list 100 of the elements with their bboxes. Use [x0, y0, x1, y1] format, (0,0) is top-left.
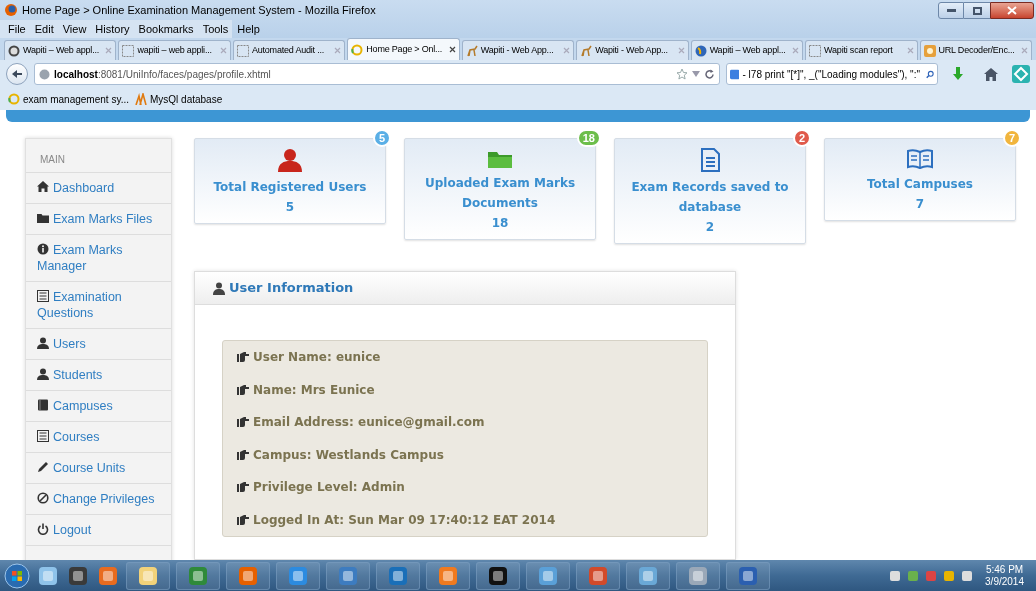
close-icon — [1007, 6, 1017, 15]
browser-tab[interactable]: Wapiti - Web App... — [576, 40, 689, 60]
page-icon — [809, 44, 822, 57]
card-value: 2 — [705, 219, 715, 236]
info-line: Name: Mrs Eunice — [253, 381, 375, 399]
sidebar-item[interactable]: Exam Marks Manager — [26, 235, 171, 282]
menu-item[interactable]: View — [62, 20, 87, 38]
menu-item[interactable]: Edit — [34, 20, 54, 38]
sidebar-item[interactable]: Course Units — [26, 453, 171, 484]
browser-logo-icon — [4, 3, 18, 17]
browser-tab[interactable]: wapiti – web appli... — [118, 40, 231, 60]
pointing-hand-icon — [236, 351, 249, 363]
sidebar-item[interactable]: Students — [26, 360, 171, 391]
bookmark-link[interactable]: MysQl database — [135, 91, 223, 107]
bookmark-link[interactable]: exam management sy... — [8, 91, 129, 107]
menu-item[interactable]: File — [8, 20, 26, 38]
book-icon — [37, 399, 49, 411]
open-book-icon — [907, 148, 933, 169]
browser-tab[interactable]: URL Decoder/Enc... — [919, 40, 1032, 60]
info-line: Logged In At: Sun Mar 09 17:40:12 EAT 2014 — [253, 511, 556, 529]
card-value: 5 — [285, 199, 295, 216]
info-line: Campus: Westlands Campus — [253, 446, 444, 464]
browser-tab[interactable]: Automated Audit ... — [232, 40, 346, 60]
pencil-icon — [37, 461, 49, 473]
star-icon[interactable] — [676, 68, 688, 80]
pointing-hand-icon — [236, 448, 249, 461]
close-icon[interactable] — [448, 46, 456, 53]
page-icon — [236, 44, 249, 57]
address-field[interactable]: localhost:8081/UniInfo/faces/pages/profile.xhtml — [34, 63, 720, 85]
square-logo-icon — [923, 44, 936, 57]
url-text: localhost:8081/UniInfo/faces/pages/profile.xhtml — [54, 67, 271, 82]
user-icon — [213, 281, 225, 295]
page-icon — [122, 44, 135, 57]
count-badge: 18 — [576, 129, 601, 147]
back-arrow-icon — [11, 69, 23, 79]
animal-icon — [465, 44, 478, 57]
card-value: 7 — [915, 196, 925, 213]
animal-icon — [580, 44, 593, 57]
home-icon — [37, 181, 49, 193]
loading-icon — [351, 43, 364, 56]
user-icon — [278, 148, 302, 172]
sidebar-item[interactable]: Dashboard — [26, 173, 171, 204]
pointing-hand-icon — [236, 383, 249, 396]
back-button[interactable] — [6, 63, 28, 85]
close-button[interactable] — [990, 2, 1034, 19]
card-title: Uploaded Exam Marks Documents — [423, 175, 577, 212]
info-line: Privilege Level: Admin — [253, 479, 405, 497]
sidebar-item[interactable]: Users — [26, 329, 171, 360]
window-title: Home Page > Online Examination Management System - Mozilla Firefox — [22, 2, 376, 18]
browser-tab[interactable]: Home Page > Onl... — [347, 38, 460, 60]
sidebar-item[interactable]: Logout — [26, 515, 171, 546]
sidebar-item[interactable]: Exam Marks Files — [26, 204, 171, 235]
info-line: User Name: eunice — [253, 349, 381, 366]
info-icon — [37, 243, 49, 255]
count-badge: 5 — [372, 129, 391, 147]
sidebar-item[interactable]: Courses — [26, 422, 171, 453]
search-field[interactable]: - l78 print "[*]", _("Loading modules"), ":" — [726, 63, 938, 85]
sidebar-item[interactable]: Examination Questions — [26, 282, 171, 329]
maximize-button[interactable] — [964, 2, 990, 19]
ban-icon — [37, 492, 49, 504]
count-badge: 7 — [1002, 129, 1021, 147]
browser-tab[interactable]: Wapiti - Web App... — [461, 40, 575, 60]
list-icon — [37, 290, 49, 302]
download-icon[interactable] — [952, 67, 964, 81]
pointing-hand-icon — [236, 513, 249, 526]
clock-date[interactable]: 3/9/2014 — [985, 575, 1024, 588]
info-line: Email Address: eunice@gmail.com — [253, 414, 485, 432]
start-button[interactable] — [4, 562, 30, 589]
menu-item[interactable]: Tools — [202, 20, 229, 38]
extension-icon[interactable] — [1012, 65, 1030, 83]
dropdown-icon[interactable] — [692, 71, 700, 77]
browser-tab[interactable]: Wapiti – Web appl... — [4, 40, 117, 60]
card-title: Total Campuses — [866, 176, 974, 193]
power-icon — [37, 523, 49, 535]
search-icon[interactable] — [926, 68, 934, 80]
clock-time[interactable]: 5:46 PM — [985, 563, 1024, 576]
menu-item[interactable]: Bookmarks — [138, 20, 194, 38]
list-icon — [37, 430, 49, 442]
minimize-button[interactable] — [938, 2, 964, 19]
circle-logo-icon — [8, 44, 20, 57]
card-value: 18 — [491, 215, 509, 232]
reload-icon[interactable] — [704, 68, 715, 80]
home-icon[interactable] — [984, 67, 998, 81]
pointing-hand-icon — [236, 481, 249, 494]
card-title: Exam Records saved to database — [630, 179, 790, 216]
menu-item[interactable]: History — [95, 20, 130, 38]
count-badge: 2 — [792, 129, 811, 147]
sidebar-heading: MAIN — [26, 139, 171, 173]
panel-title: User Information — [229, 279, 354, 298]
user-icon — [37, 337, 49, 349]
sidebar-item[interactable]: Campuses — [26, 391, 171, 422]
browser-tab[interactable]: Wapiti – Web appl... — [690, 40, 804, 60]
loading-icon — [8, 93, 20, 105]
menu-item[interactable]: Help — [237, 20, 260, 38]
search-text: - l78 print "[*]", _("Loading modules"), ":" — [742, 67, 920, 82]
sail-icon — [135, 93, 147, 105]
card-title: Total Registered Users — [212, 179, 368, 196]
browser-tab[interactable]: Wapiti scan report — [805, 40, 918, 60]
sidebar-item[interactable]: Change Privileges — [26, 484, 171, 515]
user-icon — [37, 368, 49, 380]
